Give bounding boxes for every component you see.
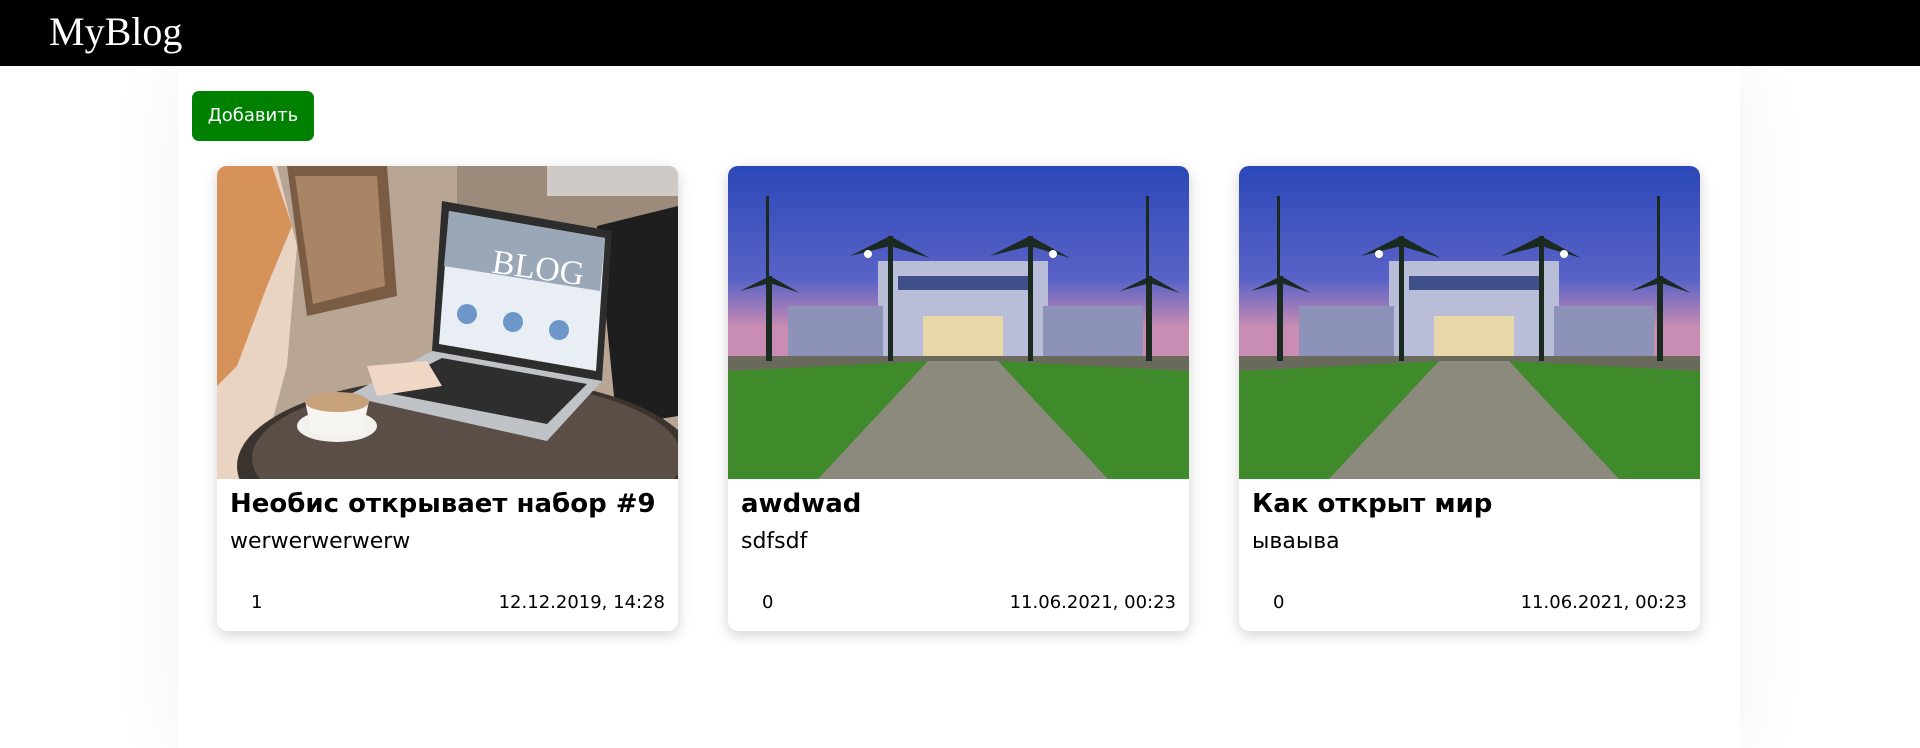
post-text: ываыва xyxy=(1252,529,1340,554)
post-text: werwerwerwerw xyxy=(230,529,411,554)
post-date: 11.06.2021, 00:23 xyxy=(1009,592,1176,613)
post-count: 1 xyxy=(251,592,263,613)
post-card[interactable]: Как открыт мир ываыва 0 11.06.2021, 00:2… xyxy=(1239,166,1700,631)
brand-logo-link[interactable]: MyBlog xyxy=(49,8,182,56)
post-title[interactable]: Как открыт мир xyxy=(1252,484,1492,524)
post-date: 11.06.2021, 00:23 xyxy=(1520,592,1687,613)
add-post-button[interactable]: Добавить xyxy=(192,91,314,141)
post-card[interactable]: awdwad sdfsdf 0 11.06.2021, 00:23 xyxy=(728,166,1189,631)
post-card[interactable]: BLOG Необис открывает набор #9 werwerwer… xyxy=(217,166,678,631)
post-count: 0 xyxy=(762,592,774,613)
top-navbar: MyBlog xyxy=(0,0,1920,66)
post-count: 0 xyxy=(1273,592,1285,613)
post-title[interactable]: Необис открывает набор #9 xyxy=(230,484,656,524)
post-image xyxy=(1239,166,1700,479)
post-text: sdfsdf xyxy=(741,529,808,554)
post-image: BLOG xyxy=(217,166,678,479)
post-title[interactable]: awdwad xyxy=(741,484,861,524)
post-image xyxy=(728,166,1189,479)
post-date: 12.12.2019, 14:28 xyxy=(498,592,665,613)
